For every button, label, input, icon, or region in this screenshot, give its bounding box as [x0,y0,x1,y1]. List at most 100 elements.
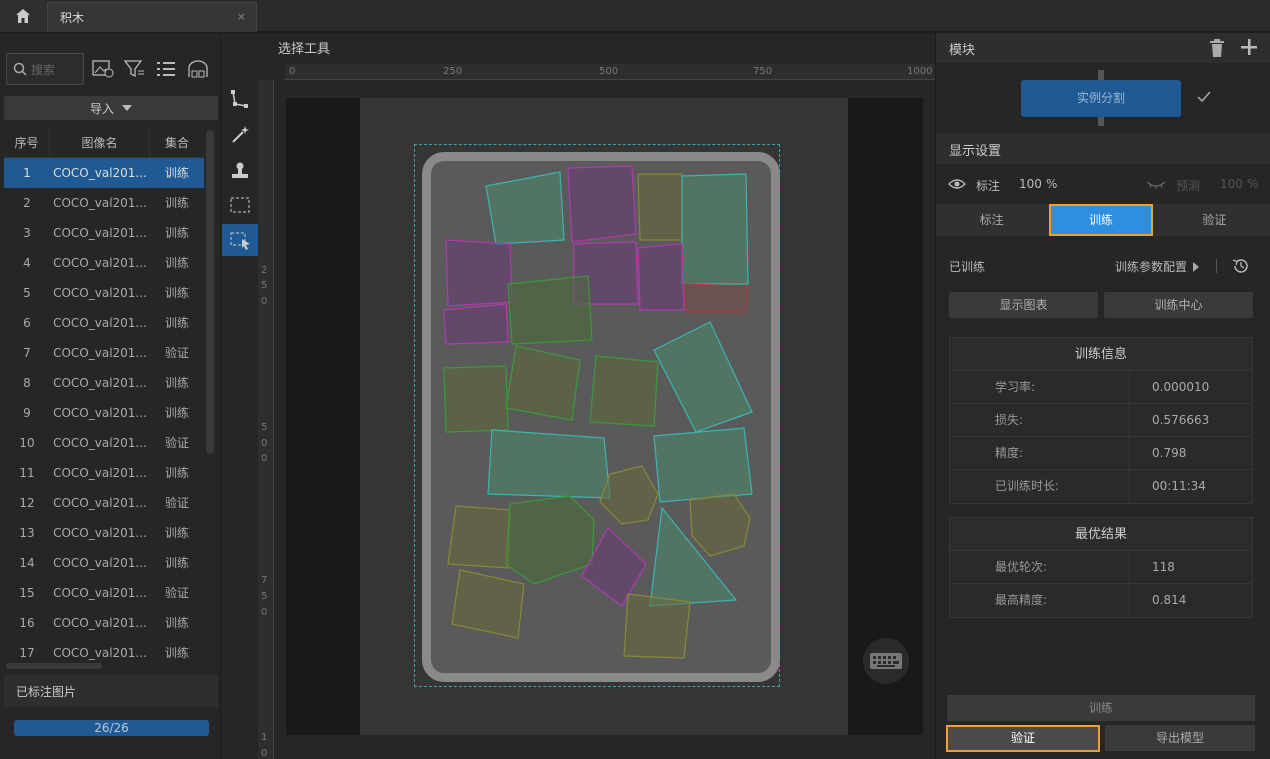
table-row: 最优轮次: 118 [950,551,1252,584]
row-set: 训练 [164,286,189,300]
row-set: 验证 [164,436,189,450]
table-row[interactable]: 12 COCO_val201... 验证 [4,488,204,518]
module-instance-segmentation[interactable]: 实例分割 [1021,80,1181,117]
list-hscrollbar[interactable] [6,663,102,669]
label-toggle[interactable]: 标注 [976,177,1000,194]
select-tool-icon[interactable] [222,224,258,256]
search-input[interactable]: 搜索 [6,53,84,85]
row-index: 12 [19,496,35,510]
tab-label[interactable]: 标注 [936,204,1047,236]
table-row[interactable]: 16 COCO_val201... 训练 [4,608,204,638]
row-image-name: COCO_val201... [53,256,147,270]
row-image-name: COCO_val201... [53,226,147,240]
list-scrollbar[interactable] [206,130,214,454]
row-index: 1 [23,166,31,180]
info-key: 精度: [950,437,1130,469]
trash-icon[interactable] [1208,38,1226,61]
row-image-name: COCO_val201... [53,436,147,450]
polygon-tool-icon[interactable] [222,83,258,115]
eye-closed-icon[interactable] [1146,179,1166,193]
table-row[interactable]: 9 COCO_val201... 训练 [4,398,204,428]
best-result-table: 最优结果 最优轮次: 118 最高精度: 0.814 [949,517,1253,618]
canvas-title: 选择工具 [278,42,331,57]
row-set: 训练 [164,526,189,540]
label-opacity[interactable]: 100 [1019,177,1042,191]
show-chart-button[interactable]: 显示图表 [949,292,1098,318]
rect-select-icon[interactable] [222,189,258,221]
table-row[interactable]: 3 COCO_val201... 训练 [4,218,204,248]
row-image-name: COCO_val201... [53,316,147,330]
tab-project[interactable]: 积木 × [47,2,257,32]
col-set[interactable]: 集合 [150,128,204,158]
eye-icon[interactable] [948,177,966,194]
filter-icon[interactable] [121,57,147,81]
row-image-name: COCO_val201... [53,556,147,570]
table-row: 已训练时长: 00:11:34 [950,470,1252,503]
keyboard-icon[interactable] [863,638,909,684]
col-name[interactable]: 图像名 [50,128,150,158]
row-set: 训练 [164,646,189,660]
ruler-v-label: 1 [261,732,268,743]
home-icon[interactable] [0,0,46,32]
annotation-overlay[interactable] [414,144,780,687]
module-name: 实例分割 [1076,91,1125,105]
ruler-v-label: 5 [261,422,268,433]
predict-opacity[interactable]: 100 [1220,177,1243,191]
table-row[interactable]: 4 COCO_val201... 训练 [4,248,204,278]
row-set: 训练 [164,166,189,180]
best-result-title: 最优结果 [950,518,1252,551]
row-index: 4 [23,256,31,270]
row-index: 2 [23,196,31,210]
table-row[interactable]: 2 COCO_val201... 训练 [4,188,204,218]
row-image-name: COCO_val201... [53,496,147,510]
row-set: 训练 [164,226,189,240]
row-index: 16 [19,616,35,630]
table-row[interactable]: 14 COCO_val201... 训练 [4,548,204,578]
table-row[interactable]: 7 COCO_val201... 验证 [4,338,204,368]
stamp-tool-icon[interactable] [222,155,258,187]
vertical-ruler: 2 5 0 5 0 0 7 5 0 1 0 [258,80,274,759]
table-row[interactable]: 10 COCO_val201... 验证 [4,428,204,458]
tab-close-icon[interactable]: × [237,10,246,23]
row-index: 9 [23,406,31,420]
export-model-button[interactable]: 导出模型 [1105,725,1255,751]
ruler-h-label: 500 [599,66,619,77]
add-icon[interactable] [1240,38,1258,59]
predict-toggle[interactable]: 预测 [1176,177,1200,194]
table-row[interactable]: 11 COCO_val201... 训练 [4,458,204,488]
table-row[interactable]: 1 COCO_val201... 训练 [4,158,204,188]
train-center-button[interactable]: 训练中心 [1104,292,1253,318]
ruler-v-label: 2 [261,265,268,276]
table-row[interactable]: 8 COCO_val201... 训练 [4,368,204,398]
table-row[interactable]: 6 COCO_val201... 训练 [4,308,204,338]
row-set: 验证 [164,346,189,360]
best-value: 0.814 [1152,593,1187,607]
table-row[interactable]: 5 COCO_val201... 训练 [4,278,204,308]
tab-train[interactable]: 训练 [1049,204,1153,236]
train-button[interactable]: 训练 [947,695,1255,721]
row-index: 15 [19,586,35,600]
history-icon[interactable] [1232,257,1250,278]
search-icon [13,62,27,76]
magic-wand-icon[interactable] [222,119,258,151]
tab-verify[interactable]: 验证 [1159,204,1270,236]
info-key: 已训练时长: [950,470,1130,503]
list-view-icon[interactable] [153,57,179,81]
chevron-down-icon [122,105,132,111]
col-index[interactable]: 序号 [4,128,50,158]
verify-button[interactable]: 验证 [946,725,1100,752]
info-value: 0.000010 [1152,380,1210,394]
row-image-name: COCO_val201... [53,286,147,300]
layout-icon[interactable] [185,57,211,81]
best-key: 最优轮次: [950,551,1130,583]
info-value: 0.798 [1152,446,1187,460]
row-index: 7 [23,346,31,360]
image-filter-icon[interactable] [90,57,116,81]
table-row[interactable]: 13 COCO_val201... 训练 [4,518,204,548]
import-button[interactable]: 导入 [4,96,218,120]
row-image-name: COCO_val201... [53,616,147,630]
table-row[interactable]: 15 COCO_val201... 验证 [4,578,204,608]
train-params-link[interactable]: 训练参数配置 [1115,258,1187,275]
row-image-name: COCO_val201... [53,406,147,420]
row-set: 验证 [164,496,189,510]
